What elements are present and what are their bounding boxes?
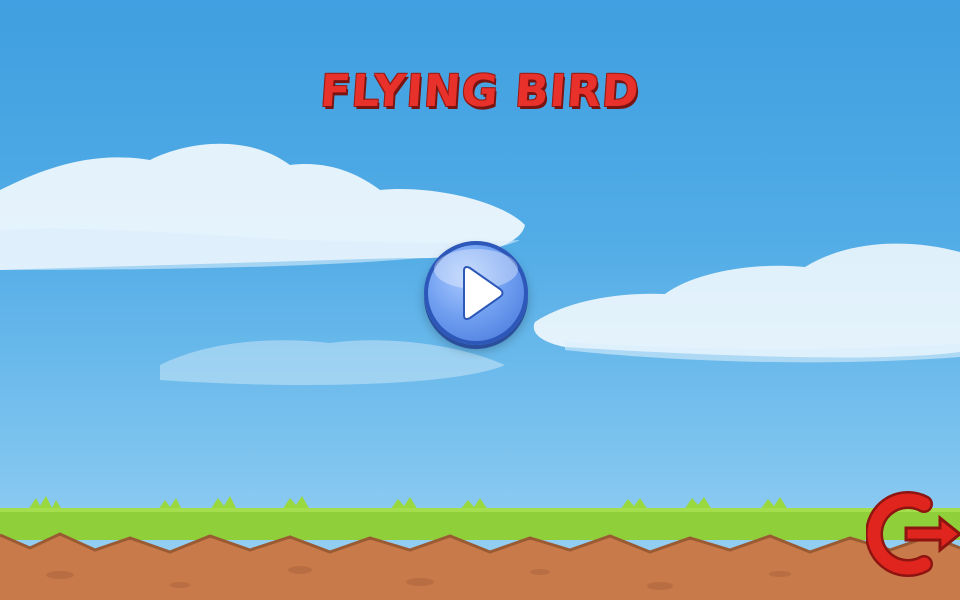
play-button[interactable]	[424, 241, 528, 345]
ground	[0, 496, 960, 600]
play-icon	[463, 266, 504, 320]
exit-icon	[865, 491, 960, 577]
game-title: FLYING BIRD	[318, 66, 642, 117]
game-screen: FLYING BIRD	[0, 0, 960, 600]
cloud-right	[533, 243, 960, 363]
exit-button[interactable]	[865, 488, 960, 580]
